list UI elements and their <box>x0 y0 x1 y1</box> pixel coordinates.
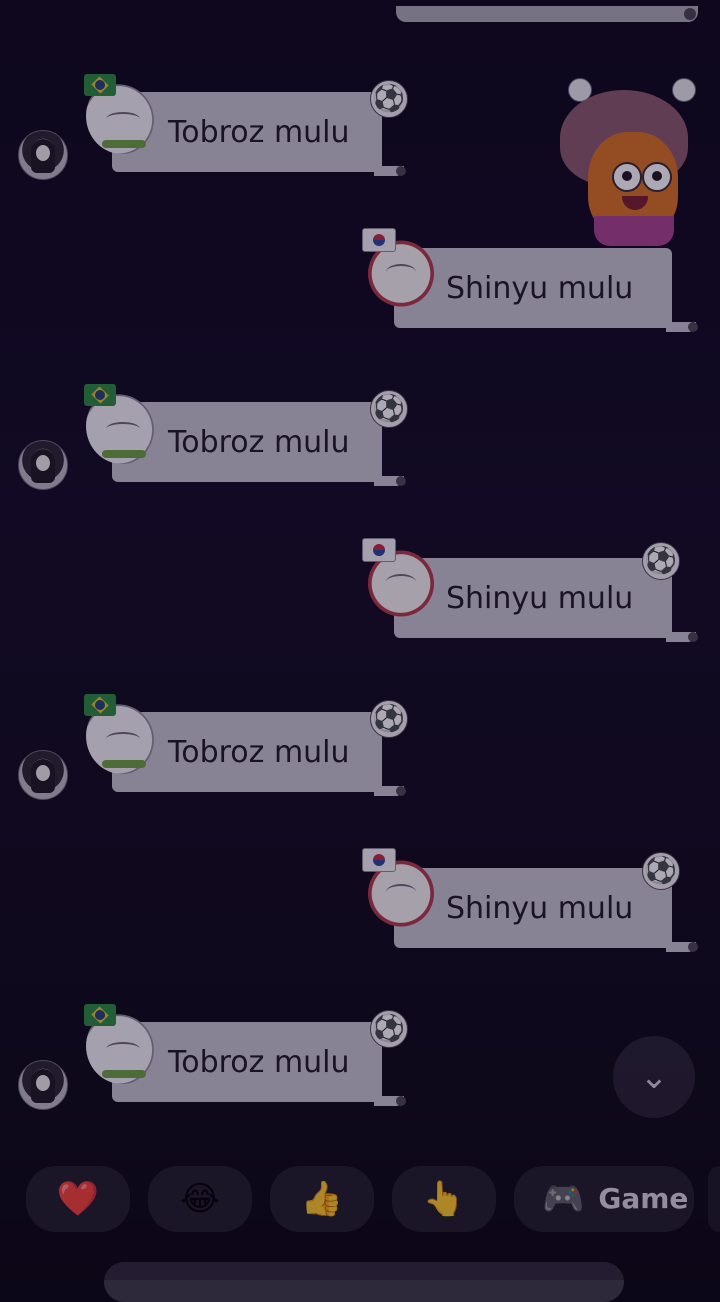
dog-korea-flag-sticker <box>362 538 436 620</box>
more-reactions-button[interactable] <box>708 1166 720 1232</box>
cat-brazil-flag-sticker <box>84 694 158 774</box>
cat-brazil-flag-sticker <box>84 384 158 464</box>
heart-reaction-button[interactable]: ❤️ <box>26 1166 130 1232</box>
point-reaction-button[interactable]: 👆 <box>392 1166 496 1232</box>
pointing-hand-icon: 👆 <box>422 1179 466 1219</box>
message-bubble[interactable]: Shinyu mulu <box>394 558 698 642</box>
avatar[interactable] <box>18 1060 68 1110</box>
avatar[interactable] <box>18 130 68 180</box>
avatar[interactable] <box>18 440 68 490</box>
soccer-ball-icon: ⚽ <box>642 852 680 890</box>
gamepad-icon: 🎮 <box>542 1179 585 1219</box>
dog-korea-flag-sticker <box>362 848 436 930</box>
soccer-ball-icon: ⚽ <box>370 1010 408 1048</box>
cat-brazil-flag-sticker <box>84 1004 158 1084</box>
scroll-to-bottom-button[interactable]: ⌄ <box>613 1036 695 1118</box>
laugh-reaction-button[interactable]: 😂 <box>148 1166 252 1232</box>
message-bubble[interactable]: Shinyu mulu <box>394 248 698 332</box>
dog-korea-flag-sticker <box>362 228 436 310</box>
thumbs-up-icon: 👍 <box>300 1179 344 1219</box>
mascot-sticker <box>556 78 712 256</box>
avatar[interactable] <box>18 750 68 800</box>
game-button[interactable]: 🎮 Game <box>514 1166 694 1232</box>
message-text: Tobroz mulu <box>168 734 350 770</box>
message-text: Tobroz mulu <box>168 114 350 150</box>
message-text: Tobroz mulu <box>168 424 350 460</box>
previous-message-bubble <box>396 6 698 22</box>
message-text: Shinyu mulu <box>446 580 634 616</box>
message-text: Shinyu mulu <box>446 890 634 926</box>
quick-reaction-bar: ❤️ 😂 👍 👆 🎮 Game <box>0 1166 720 1232</box>
message-input-edge[interactable] <box>104 1262 624 1302</box>
cat-brazil-flag-sticker <box>84 74 158 154</box>
soccer-ball-icon: ⚽ <box>370 390 408 428</box>
chevron-down-icon: ⌄ <box>639 1057 669 1097</box>
message-text: Shinyu mulu <box>446 270 634 306</box>
game-label: Game <box>598 1182 689 1215</box>
soccer-ball-icon: ⚽ <box>370 80 408 118</box>
thumbs-up-reaction-button[interactable]: 👍 <box>270 1166 374 1232</box>
soccer-ball-icon: ⚽ <box>642 542 680 580</box>
message-text: Tobroz mulu <box>168 1044 350 1080</box>
soccer-ball-icon: ⚽ <box>370 700 408 738</box>
laughing-face-icon: 😂 <box>180 1179 220 1219</box>
message-bubble[interactable]: Shinyu mulu <box>394 868 698 952</box>
heart-icon: ❤️ <box>56 1179 100 1219</box>
